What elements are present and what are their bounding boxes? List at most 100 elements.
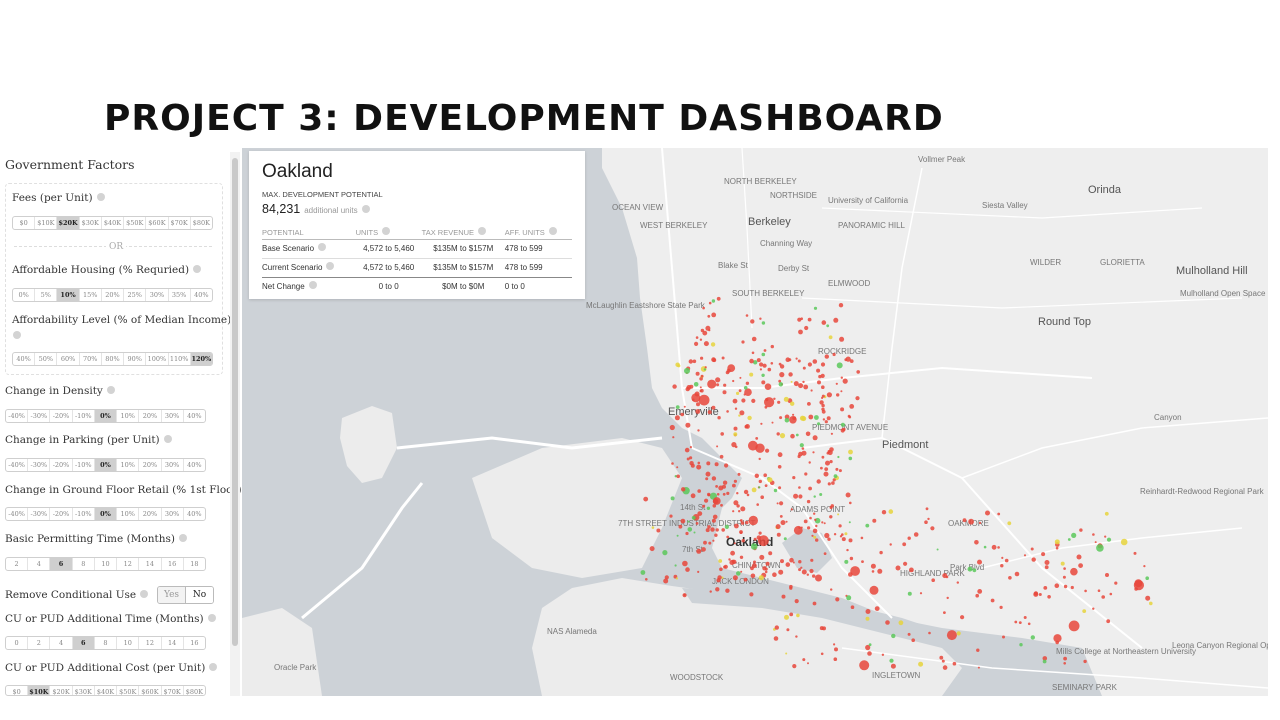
info-icon[interactable] (308, 281, 317, 289)
segment-option[interactable]: 15% (80, 289, 102, 301)
segment-option[interactable]: 30% (146, 289, 169, 301)
info-icon[interactable] (318, 243, 327, 251)
segment-option[interactable]: 16 (162, 558, 184, 570)
info-icon[interactable] (548, 227, 557, 235)
segment-option[interactable]: 40% (13, 353, 36, 365)
segment-option[interactable]: -20% (50, 410, 73, 422)
segment-option[interactable]: 40% (191, 289, 212, 301)
segment-option[interactable]: $30K (80, 217, 102, 229)
segment-option[interactable]: 25% (124, 289, 147, 301)
segment-option[interactable]: 120% (190, 353, 212, 365)
info-icon[interactable] (140, 590, 149, 598)
info-icon[interactable] (178, 534, 187, 542)
info-icon[interactable] (478, 227, 487, 235)
segment-option[interactable]: 40% (184, 508, 205, 520)
info-icon[interactable] (163, 435, 172, 443)
segment-option[interactable]: 16 (184, 637, 205, 649)
segment-option[interactable]: 4 (28, 558, 51, 570)
segment-option[interactable]: 40% (184, 459, 205, 471)
segment-option[interactable]: 0% (94, 459, 118, 471)
affordable-selector[interactable]: 0% 5% 10% 15% 20% 25% 30% 35% 40% (12, 288, 213, 302)
segment-option[interactable]: 60% (57, 353, 80, 365)
yes-option[interactable]: Yes (158, 587, 185, 603)
segment-option[interactable]: 30% (162, 459, 184, 471)
retail-selector[interactable]: -40% -30% -20% -10% 0% 10% 20% 30% 40% (5, 507, 206, 521)
segment-option[interactable]: 14 (162, 637, 184, 649)
segment-option[interactable]: 20% (102, 289, 125, 301)
segment-option[interactable]: 5% (35, 289, 58, 301)
segment-option[interactable]: 70% (80, 353, 102, 365)
segment-option[interactable]: 110% (169, 353, 191, 365)
conditional-toggle[interactable]: Yes No (157, 586, 214, 604)
afford-level-selector[interactable]: 40% 50% 60% 70% 80% 90% 100% 110% 120% (12, 352, 213, 366)
segment-option[interactable]: 20% (139, 508, 162, 520)
segment-option[interactable]: -10% (73, 508, 95, 520)
segment-option[interactable]: 50% (35, 353, 58, 365)
segment-option[interactable]: $70K (169, 217, 191, 229)
segment-option[interactable]: -10% (73, 459, 95, 471)
segment-option[interactable]: 18 (184, 558, 205, 570)
cu-cost-selector[interactable]: $0 $10K $20K $30K $40K $50K $60K $70K $80K (5, 685, 206, 696)
segment-option[interactable]: 0% (13, 289, 36, 301)
cu-time-selector[interactable]: 0 2 4 6 8 10 12 14 16 (5, 636, 206, 650)
segment-option[interactable]: $40K (95, 686, 118, 695)
info-icon[interactable] (326, 262, 335, 270)
segment-option[interactable]: 12 (139, 637, 162, 649)
info-icon[interactable] (207, 614, 216, 622)
segment-option[interactable]: $0 (13, 217, 36, 229)
segment-option[interactable]: 100% (146, 353, 169, 365)
panel-scrollbar-thumb[interactable] (232, 158, 238, 646)
info-icon[interactable] (96, 193, 105, 201)
segment-option[interactable]: 6 (72, 637, 95, 649)
segment-option[interactable]: $50K (124, 217, 147, 229)
segment-option[interactable]: 8 (95, 637, 118, 649)
info-icon[interactable] (106, 386, 115, 394)
segment-option[interactable]: -30% (28, 508, 51, 520)
segment-option[interactable]: 10% (117, 410, 140, 422)
segment-option[interactable]: -20% (50, 459, 73, 471)
segment-option[interactable]: 80% (102, 353, 125, 365)
segment-option[interactable]: 10 (117, 637, 140, 649)
segment-option[interactable]: 20% (139, 410, 162, 422)
segment-option[interactable]: -20% (50, 508, 73, 520)
segment-option[interactable]: 10% (57, 289, 80, 301)
segment-option[interactable]: 35% (169, 289, 191, 301)
segment-option[interactable]: 10 (95, 558, 118, 570)
segment-option[interactable]: 90% (124, 353, 147, 365)
info-icon[interactable] (193, 265, 202, 273)
segment-option[interactable]: $50K (117, 686, 140, 695)
segment-option[interactable]: 30% (162, 508, 184, 520)
segment-option[interactable]: $60K (139, 686, 162, 695)
info-icon[interactable] (209, 663, 218, 671)
segment-option[interactable]: 0% (94, 508, 118, 520)
segment-option[interactable]: 8 (73, 558, 95, 570)
segment-option[interactable]: $70K (162, 686, 184, 695)
no-option[interactable]: No (185, 587, 213, 603)
segment-option[interactable]: 30% (162, 410, 184, 422)
segment-option[interactable]: -30% (28, 410, 51, 422)
permit-selector[interactable]: 2 4 6 8 10 12 14 16 18 (5, 557, 206, 571)
segment-option[interactable]: -30% (28, 459, 51, 471)
info-icon[interactable] (361, 205, 370, 213)
segment-option[interactable]: -40% (6, 410, 29, 422)
segment-option[interactable]: 14 (139, 558, 162, 570)
segment-option[interactable]: $30K (73, 686, 95, 695)
segment-option[interactable]: 10% (117, 459, 140, 471)
info-icon[interactable] (382, 227, 391, 235)
segment-option[interactable]: $60K (146, 217, 169, 229)
segment-option[interactable]: $20K (50, 686, 73, 695)
segment-option[interactable]: $40K (102, 217, 125, 229)
segment-option[interactable]: 12 (117, 558, 140, 570)
segment-option[interactable]: 10% (117, 508, 140, 520)
density-selector[interactable]: -40% -30% -20% -10% 0% 10% 20% 30% 40% (5, 409, 206, 423)
segment-option[interactable]: -40% (6, 508, 29, 520)
segment-option[interactable]: -10% (73, 410, 95, 422)
segment-option[interactable]: $20K (57, 217, 80, 229)
segment-option[interactable]: 40% (184, 410, 205, 422)
info-icon[interactable] (13, 331, 21, 339)
segment-option[interactable]: 6 (50, 558, 73, 570)
segment-option[interactable]: $0 (6, 686, 29, 695)
segment-option[interactable]: -40% (6, 459, 29, 471)
segment-option[interactable]: 4 (50, 637, 73, 649)
segment-option[interactable]: $80K (184, 686, 205, 695)
